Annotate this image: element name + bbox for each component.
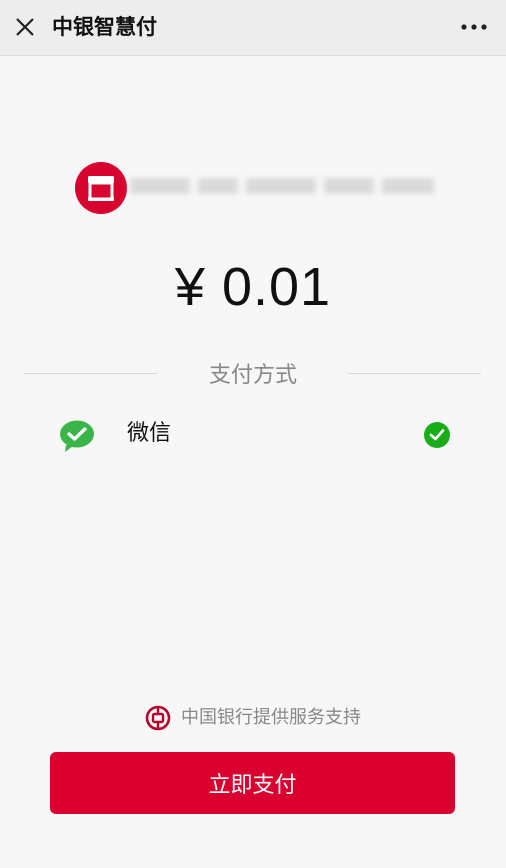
bank-of-china-icon [145,705,171,731]
service-provider: 中国银行提供服务支持 [0,704,506,732]
merchant-logo [75,162,127,214]
payment-option-label: 微信 [127,421,172,446]
payment-option-wechat[interactable]: 微信 [0,408,506,464]
store-icon [88,176,114,201]
selected-check-icon [424,422,450,448]
close-icon [16,18,34,36]
close-button[interactable] [8,10,42,44]
more-options-button[interactable] [454,12,494,42]
payment-method-label: 支付方式 [158,343,348,403]
pay-now-button[interactable]: 立即支付 [50,752,455,814]
more-icon [461,24,487,30]
wechat-icon [60,420,94,452]
merchant-name-redacted [130,172,435,200]
header-bar: 中银智慧付 [0,0,506,56]
provider-text: 中国银行提供服务支持 [181,707,361,728]
payment-screen: 中银智慧付 ¥ 0.01 支付方式 微信 中国银行提供服务支持 立即支付 [0,0,506,868]
payment-amount: ¥ 0.01 [174,257,332,317]
page-title: 中银智慧付 [52,15,157,39]
